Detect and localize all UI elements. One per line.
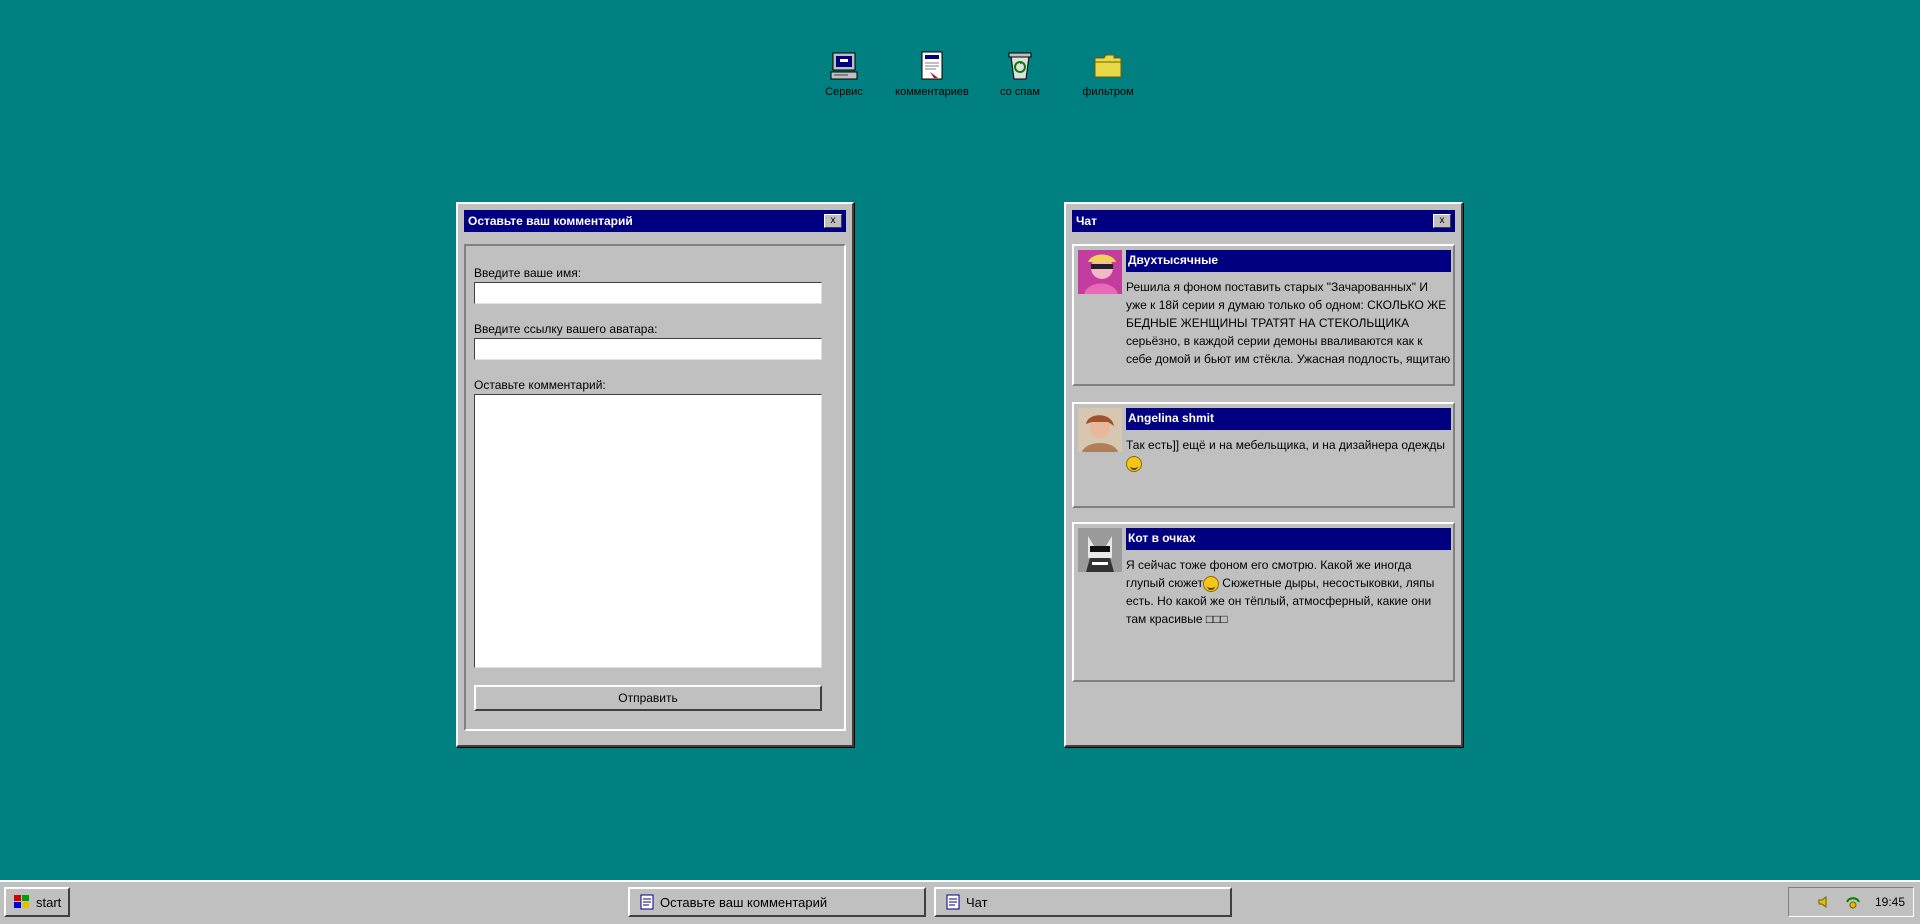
desktop-icon-spam[interactable]: со спам — [976, 50, 1064, 98]
desktop-icons: Сервис комментариев со спам фильтром — [800, 50, 1152, 98]
chat-window: Чат x Двухтысячные Решила я фоном постав… — [1064, 202, 1463, 747]
desktop-icon-filter[interactable]: фильтром — [1064, 50, 1152, 98]
network-icon[interactable] — [1845, 895, 1861, 909]
taskbar: start Оставьте ваш комментарий Чат 19:45 — [0, 880, 1920, 924]
recycle-bin-icon — [1008, 52, 1032, 80]
message-author: Angelina shmit — [1126, 408, 1451, 430]
chat-message: Angelina shmit Так есть]] ещё и на мебел… — [1072, 402, 1455, 508]
desktop-icon-label: комментариев — [895, 86, 969, 98]
desktop-icon-label: со спам — [1000, 86, 1040, 98]
document-icon — [640, 894, 654, 910]
taskbar-item-label: Оставьте ваш комментарий — [660, 894, 828, 910]
windows-logo-icon — [14, 895, 29, 908]
taskbar-item-comment-window[interactable]: Оставьте ваш комментарий — [628, 887, 926, 917]
close-button[interactable]: x — [1433, 214, 1451, 228]
comment-form: Введите ваше имя: Введите ссылку вашего … — [464, 244, 846, 731]
desktop-icon-service[interactable]: Сервис — [800, 50, 888, 98]
taskbar-item-label: Чат — [966, 894, 988, 910]
document-icon — [921, 51, 943, 80]
desktop-icon-label: фильтром — [1082, 86, 1134, 98]
window-title: Чат — [1076, 214, 1097, 228]
message-text-content: Так есть]] ещё и на мебельщика, и на диз… — [1126, 438, 1446, 452]
start-label: start — [36, 894, 62, 910]
comment-label: Оставьте комментарий: — [474, 378, 606, 392]
system-tray: 19:45 — [1788, 887, 1914, 917]
submit-button[interactable]: Отправить — [474, 685, 822, 711]
start-button[interactable]: start — [4, 887, 70, 917]
message-author: Кот в очках — [1126, 528, 1451, 550]
comment-textarea[interactable] — [474, 394, 822, 668]
comment-window: Оставьте ваш комментарий x Введите ваше … — [456, 202, 854, 747]
folder-icon — [1094, 54, 1122, 78]
chat-message: Кот в очках Я сейчас тоже фоном его смот… — [1072, 522, 1455, 682]
chat-message-list: Двухтысячные Решила я фоном поставить ст… — [1072, 244, 1455, 682]
chat-message: Двухтысячные Решила я фоном поставить ст… — [1072, 244, 1455, 386]
avatar-url-input[interactable] — [474, 338, 822, 360]
message-author: Двухтысячные — [1126, 250, 1451, 272]
name-label: Введите ваше имя: — [474, 266, 582, 280]
taskbar-item-chat-window[interactable]: Чат — [934, 887, 1232, 917]
window-title: Оставьте ваш комментарий — [468, 214, 633, 228]
document-icon — [946, 894, 960, 910]
clock: 19:45 — [1874, 895, 1905, 909]
message-text: Я сейчас тоже фоном его смотрю. Какой же… — [1126, 556, 1451, 628]
volume-icon[interactable] — [1817, 895, 1831, 909]
desktop-icon-label: Сервис — [825, 86, 863, 98]
message-text: Так есть]] ещё и на мебельщика, и на диз… — [1126, 436, 1451, 472]
chat-window-titlebar[interactable]: Чат x — [1072, 210, 1455, 232]
message-text: Решила я фоном поставить старых "Зачаров… — [1126, 280, 1451, 366]
computer-icon — [830, 52, 858, 80]
comment-window-titlebar[interactable]: Оставьте ваш комментарий x — [464, 210, 846, 232]
avatar-url-label: Введите ссылку вашего аватара: — [474, 322, 658, 336]
avatar — [1078, 528, 1122, 572]
avatar — [1078, 250, 1122, 294]
grin-emoji-icon — [1202, 575, 1219, 592]
desktop-icon-comments[interactable]: комментариев — [888, 50, 976, 98]
close-button[interactable]: x — [824, 214, 842, 228]
avatar — [1078, 408, 1122, 452]
grin-emoji-icon — [1126, 455, 1142, 472]
name-input[interactable] — [474, 282, 822, 304]
